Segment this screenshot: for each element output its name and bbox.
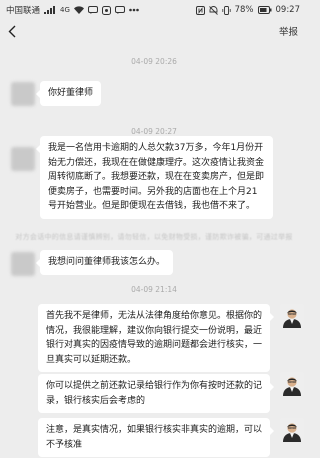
message-bubble[interactable]: 你可以提供之前还款记录给银行作为你有按时还款的记录，银行核实后会考虑的 [38,374,274,413]
user-avatar[interactable] [11,252,35,276]
message-notification-icon [87,6,98,14]
lawyer-avatar[interactable] [280,418,304,442]
timestamp: 04-09 21:14 [131,285,177,294]
vibrate-icon [221,5,231,15]
chevron-left-icon [8,25,16,37]
status-bar-right: 78% 09:27 [195,5,301,15]
nav-bar: 举报 [0,20,308,42]
signal-icon [44,6,56,14]
battery-percent: 78% [234,5,254,15]
status-bar: 中国联通 4G 78% 09:27 [0,0,308,20]
report-link[interactable]: 举报 [279,24,298,38]
clock: 09:27 [275,5,301,15]
person-icon [280,304,304,328]
message-bubble[interactable]: 我是一名信用卡逾期的人总欠款37万多，今年1月份开始无力偿还，我现在在做健康理疗… [36,136,273,219]
message-bubble[interactable]: 注意，是真实情况，如果银行核实非真实的逾期，可以不予核准 [38,418,274,457]
system-notice: 对方会话中的信息请谨慎辨别，请勿轻信，以免财物受损，谨防欺诈被骗，可通过举报 [15,233,293,241]
status-bar-left: 中国联通 4G [6,4,139,16]
lawyer-avatar[interactable] [280,304,304,328]
message-bubble[interactable]: 首先我不是律师，无法从法律角度给你意见。根据你的情况，我很能理解，建议你向银行提… [38,304,274,372]
mute-icon [208,5,218,15]
timestamp: 04-09 20:26 [131,57,177,66]
message-bubble[interactable]: 我想问问董律师我该怎么办。 [35,250,174,275]
wifi-icon [73,6,84,14]
user-avatar[interactable] [11,82,35,106]
chat-area[interactable]: 04-09 20:26 你好董律师 04-09 20:27 我是一名信用卡逾期的… [0,42,308,458]
app-notification-icon [101,5,111,15]
network-type: 4G [60,6,70,14]
lawyer-avatar[interactable] [280,372,304,396]
person-icon [280,372,304,396]
timestamp: 04-09 20:27 [131,127,177,136]
more-notifications-icon [129,8,139,12]
battery-icon [257,6,272,14]
back-button[interactable] [8,23,22,39]
message-notification-icon-2 [114,6,125,14]
person-icon [280,418,304,442]
nfc-icon [195,5,205,15]
message-bubble[interactable]: 你好董律师 [35,81,102,106]
user-avatar[interactable] [11,147,35,171]
carrier-name: 中国联通 [6,6,41,16]
